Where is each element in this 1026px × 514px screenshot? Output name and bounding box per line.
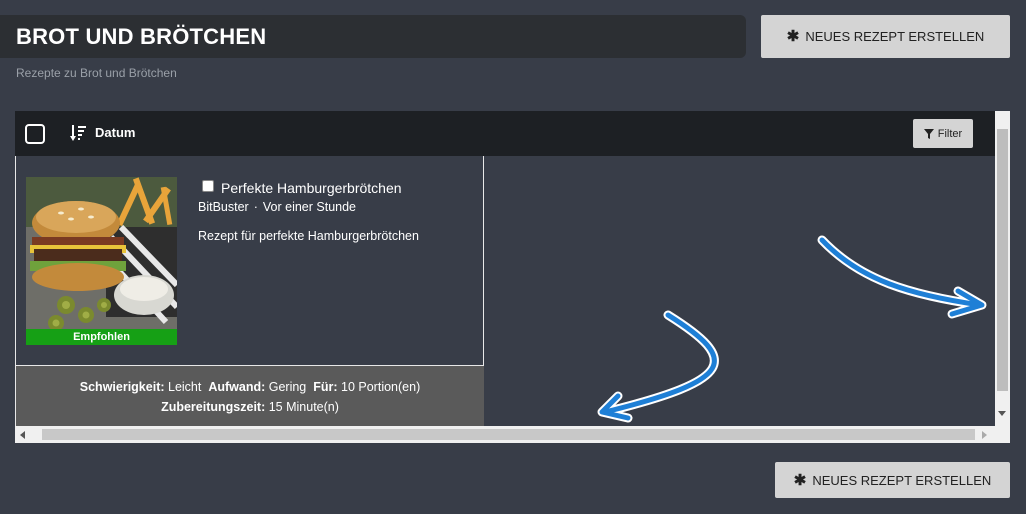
- horizontal-scrollbar-thumb[interactable]: [42, 429, 975, 440]
- recipe-description: Rezept für perfekte Hamburgerbrötchen: [198, 229, 419, 243]
- recipe-time: Vor einer Stunde: [262, 200, 357, 214]
- servings-label: Für:: [313, 380, 338, 394]
- effort-label: Aufwand:: [208, 380, 266, 394]
- page-title-bar: BROT UND BRÖTCHEN: [0, 15, 746, 58]
- horizontal-scrollbar[interactable]: [15, 426, 1010, 443]
- new-recipe-button-bottom[interactable]: ✱ NEUES REZEPT ERSTELLEN: [775, 462, 1010, 498]
- new-recipe-button-label: NEUES REZEPT ERSTELLEN: [812, 472, 992, 488]
- recipe-thumbnail-image[interactable]: [26, 177, 177, 345]
- filter-button-label: Filter: [937, 127, 963, 140]
- scroll-right-arrow-icon[interactable]: [982, 431, 987, 439]
- filter-button[interactable]: Filter: [913, 119, 973, 148]
- select-all-checkbox[interactable]: [25, 124, 45, 144]
- sort-field-label[interactable]: Datum: [95, 125, 135, 140]
- recipe-author[interactable]: BitBuster: [198, 200, 249, 214]
- asterisk-icon: ✱: [786, 28, 800, 45]
- recipe-meta: BitBuster · Vor einer Stunde: [198, 200, 356, 214]
- sort-descending-icon[interactable]: [70, 124, 86, 142]
- recipe-select-checkbox[interactable]: [202, 180, 214, 192]
- list-toolbar: Datum Filter: [15, 111, 1010, 156]
- prep-time-value: 15 Minute(n): [268, 400, 339, 414]
- vertical-scrollbar-thumb[interactable]: [997, 129, 1008, 391]
- scroll-left-arrow-icon[interactable]: [20, 431, 25, 439]
- servings-value: 10 Portion(en): [341, 380, 421, 394]
- prep-time-label: Zubereitungszeit:: [161, 400, 266, 414]
- recipe-details-line-2: Zubereitungszeit: 15 Minute(n): [16, 397, 484, 417]
- difficulty-value: Leicht: [168, 380, 202, 394]
- recommended-badge: Empfohlen: [26, 329, 177, 345]
- recipe-title[interactable]: Perfekte Hamburgerbrötchen: [221, 180, 402, 196]
- recipe-details-line-1: Schwierigkeit: Leicht Aufwand: Gering Fü…: [16, 377, 484, 397]
- effort-value: Gering: [268, 380, 307, 394]
- asterisk-icon: ✱: [793, 471, 807, 489]
- meta-separator: ·: [253, 200, 258, 214]
- scroll-down-arrow-icon[interactable]: [998, 411, 1006, 416]
- recipe-list-content: Empfohlen Perfekte Hamburgerbrötchen Bit…: [15, 156, 995, 426]
- new-recipe-button-top[interactable]: ✱ NEUES REZEPT ERSTELLEN: [761, 15, 1010, 58]
- difficulty-label: Schwierigkeit:: [79, 380, 165, 394]
- page-subtitle: Rezepte zu Brot und Brötchen: [16, 66, 177, 80]
- funnel-icon: [923, 128, 934, 139]
- page-title: BROT UND BRÖTCHEN: [16, 24, 267, 49]
- new-recipe-button-label: NEUES REZEPT ERSTELLEN: [805, 29, 985, 44]
- recipe-list-panel: Datum Filter Empfohlen Perfekte Hamburge…: [15, 111, 1010, 443]
- recipe-details-footer: Schwierigkeit: Leicht Aufwand: Gering Fü…: [16, 365, 484, 426]
- vertical-scrollbar[interactable]: [995, 111, 1010, 426]
- recipe-card[interactable]: Empfohlen Perfekte Hamburgerbrötchen Bit…: [15, 156, 484, 426]
